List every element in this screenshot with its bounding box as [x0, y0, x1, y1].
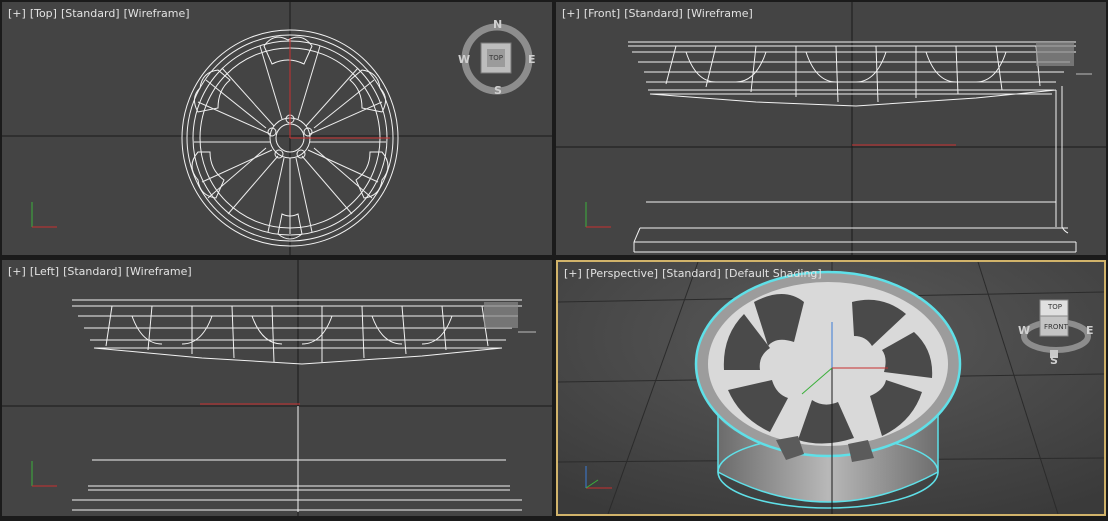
viewport-top[interactable]: [+] [Top] [Standard] [Wireframe] TOP N S E … [2, 2, 552, 255]
front-view-canvas[interactable] [556, 2, 1106, 255]
viewport-perspective[interactable]: [+] [Perspective] [Standard] [Default Shadi… [556, 260, 1106, 516]
compass-n[interactable]: N [493, 18, 502, 31]
compass-w[interactable]: W [1018, 324, 1030, 337]
compass-s[interactable]: S [494, 84, 502, 97]
compass-w[interactable]: W [458, 53, 470, 66]
viewport-label-front[interactable]: [+] [Front] [Standard] [Wireframe] [562, 7, 757, 20]
axis-tripod-left [31, 461, 57, 487]
viewcube-face-top[interactable]: TOP [1048, 303, 1062, 311]
viewcube-top[interactable]: TOP N S E W [457, 17, 537, 97]
compass-s[interactable]: S [1050, 354, 1058, 367]
viewport-grid: [+] [Top] [Standard] [Wireframe] TOP N S E … [0, 0, 1108, 521]
axis-tripod-front [585, 202, 611, 228]
wheel-shaded-model [694, 270, 962, 509]
left-view-canvas[interactable] [2, 260, 552, 516]
viewport-label-left[interactable]: [+] [Left] [Standard] [Wireframe] [8, 265, 196, 278]
compass-e[interactable]: E [1086, 324, 1094, 337]
viewcube-face-top[interactable]: TOP [489, 54, 503, 62]
viewport-label-top[interactable]: [+] [Top] [Standard] [Wireframe] [8, 7, 194, 20]
compass-e[interactable]: E [528, 53, 536, 66]
viewcube-face-front[interactable]: FRONT [1044, 323, 1068, 331]
viewport-label-perspective[interactable]: [+] [Perspective] [Standard] [Default Shadi… [564, 267, 826, 280]
viewport-front[interactable]: [+] [Front] [Standard] [Wireframe] [556, 2, 1106, 255]
axis-tripod-top [31, 202, 57, 228]
viewcube-perspective[interactable]: TOP FRONT W E S [1016, 290, 1096, 370]
viewport-left[interactable]: [+] [Left] [Standard] [Wireframe] [2, 260, 552, 516]
